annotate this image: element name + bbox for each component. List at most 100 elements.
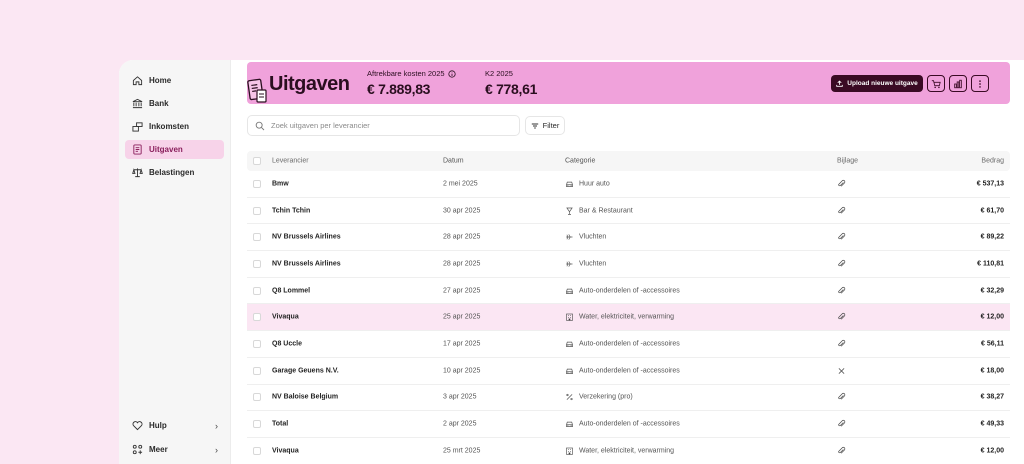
date-cell: 30 apr 2025 bbox=[443, 207, 481, 215]
cart-button[interactable] bbox=[927, 75, 945, 92]
category-label: Auto-onderdelen of -accessoires bbox=[579, 340, 680, 348]
row-checkbox[interactable] bbox=[253, 286, 261, 295]
more-options-button[interactable] bbox=[971, 75, 989, 92]
table-row[interactable]: NV Baloise Belgium 3 apr 2025 Verzekering … bbox=[247, 385, 1010, 412]
row-checkbox[interactable] bbox=[253, 366, 261, 375]
row-checkbox[interactable] bbox=[253, 206, 261, 215]
date-cell: 25 mrt 2025 bbox=[443, 447, 481, 455]
attachment-cell[interactable] bbox=[837, 179, 846, 188]
car-icon bbox=[566, 368, 573, 374]
upload-expense-button[interactable]: Upload nieuwe uitgave bbox=[831, 75, 923, 92]
row-checkbox[interactable] bbox=[253, 259, 261, 268]
column-header-amount[interactable]: Bedrag bbox=[981, 158, 1004, 165]
stat-label: K2 2025 bbox=[485, 69, 513, 78]
select-all-checkbox[interactable] bbox=[253, 157, 261, 165]
building-icon bbox=[566, 313, 573, 321]
category-label: Vluchten bbox=[579, 260, 607, 268]
row-checkbox[interactable] bbox=[253, 179, 261, 188]
row-checkbox[interactable] bbox=[253, 420, 261, 429]
category-label: Verzekering (pro) bbox=[579, 393, 633, 401]
chevron-right-icon: › bbox=[215, 444, 218, 455]
table-row[interactable]: NV Brussels Airlines 28 apr 2025 Vluchten €… bbox=[247, 224, 1010, 252]
car-icon bbox=[566, 288, 573, 294]
paperclip-icon[interactable] bbox=[837, 259, 846, 268]
supplier-cell: Vivaqua bbox=[272, 447, 299, 455]
paperclip-icon[interactable] bbox=[837, 339, 846, 348]
paperclip-icon[interactable] bbox=[837, 206, 846, 215]
sidebar-item-label: Belastingen bbox=[149, 168, 195, 177]
table-row[interactable]: Total 2 apr 2025 Auto-onderdelen of -acces… bbox=[247, 411, 1010, 438]
paperclip-icon[interactable] bbox=[837, 179, 846, 188]
attachment-cell[interactable] bbox=[837, 339, 846, 348]
category-cell: Water, elektriciteit, verwarming bbox=[565, 446, 674, 455]
amount-cell: € 110,81 bbox=[977, 260, 1004, 268]
sidebar-item-meer[interactable]: Meer › bbox=[125, 440, 224, 459]
table-body: Bmw 2 mei 2025 Huur auto € 537,13 Tchin Tchi… bbox=[247, 171, 1010, 464]
category-label: Bar & Restaurant bbox=[579, 207, 633, 215]
table-row[interactable]: Q8 Uccle 17 apr 2025 Auto-onderdelen of -a… bbox=[247, 331, 1010, 358]
attachment-cell[interactable] bbox=[837, 446, 846, 455]
close-icon[interactable] bbox=[837, 366, 846, 375]
attachment-cell[interactable] bbox=[837, 233, 846, 242]
attachment-cell[interactable] bbox=[837, 259, 846, 268]
row-checkbox[interactable] bbox=[253, 313, 261, 322]
search-field[interactable] bbox=[247, 115, 520, 136]
paperclip-icon[interactable] bbox=[837, 420, 846, 429]
stat-deductible-costs: Aftrekbare kosten 2025 € 7.889,83 bbox=[367, 69, 456, 97]
table-row[interactable]: Tchin Tchin 30 apr 2025 Bar & Restaurant € … bbox=[247, 198, 1010, 225]
date-cell: 25 apr 2025 bbox=[443, 313, 481, 321]
attachment-cell[interactable] bbox=[837, 206, 846, 215]
paperclip-icon[interactable] bbox=[837, 446, 846, 455]
paperclip-icon[interactable] bbox=[837, 286, 846, 295]
date-cell: 2 mei 2025 bbox=[443, 180, 478, 188]
filter-icon bbox=[531, 123, 538, 128]
paperclip-icon[interactable] bbox=[837, 313, 846, 322]
chevron-right-icon: › bbox=[215, 420, 218, 431]
table-row[interactable]: Vivaqua 25 apr 2025 Water, elektriciteit, … bbox=[247, 304, 1010, 332]
sidebar-item-home[interactable]: Home bbox=[125, 71, 224, 90]
column-header-attachment[interactable]: Bijlage bbox=[837, 158, 858, 165]
paperclip-icon[interactable] bbox=[837, 233, 846, 242]
paperclip-icon[interactable] bbox=[837, 393, 846, 402]
upload-label: Upload nieuwe uitgave bbox=[847, 80, 918, 87]
table-row[interactable]: Garage Geuens N.V. 10 apr 2025 Auto-onderd… bbox=[247, 358, 1010, 385]
attachment-cell[interactable] bbox=[837, 366, 846, 375]
search-input[interactable] bbox=[271, 121, 511, 130]
main-content: Uitgaven Aftrekbare kosten 2025 € 7.889,… bbox=[231, 60, 1024, 464]
plane-icon bbox=[566, 261, 573, 267]
table-row[interactable]: NV Brussels Airlines 28 apr 2025 Vluchten €… bbox=[247, 251, 1010, 278]
sidebar-item-inkomsten[interactable]: Inkomsten bbox=[125, 117, 224, 136]
table-row[interactable]: Bmw 2 mei 2025 Huur auto € 537,13 bbox=[247, 171, 1010, 198]
attachment-cell[interactable] bbox=[837, 313, 846, 322]
column-header-date[interactable]: Datum bbox=[443, 158, 464, 165]
sidebar-item-hulp[interactable]: Hulp › bbox=[125, 416, 224, 435]
stat-value: € 778,61 bbox=[485, 81, 538, 97]
sidebar-item-uitgaven[interactable]: Uitgaven bbox=[125, 140, 224, 159]
attachment-cell[interactable] bbox=[837, 286, 846, 295]
sidebar-item-bank[interactable]: Bank bbox=[125, 94, 224, 113]
supplier-cell: NV Brussels Airlines bbox=[272, 260, 341, 268]
date-cell: 10 apr 2025 bbox=[443, 367, 481, 375]
sidebar-item-belastingen[interactable]: Belastingen bbox=[125, 163, 224, 182]
sidebar-item-label: Inkomsten bbox=[149, 122, 190, 131]
table-row[interactable]: Q8 Lommel 27 apr 2025 Auto-onderdelen of -… bbox=[247, 278, 1010, 305]
filter-button[interactable]: Filter bbox=[525, 116, 565, 135]
kebab-menu-icon bbox=[979, 79, 981, 88]
supplier-cell: Total bbox=[272, 420, 289, 428]
row-checkbox[interactable] bbox=[253, 393, 261, 402]
row-checkbox[interactable] bbox=[253, 233, 261, 242]
attachment-cell[interactable] bbox=[837, 420, 846, 429]
info-icon[interactable] bbox=[447, 69, 456, 78]
attachment-cell[interactable] bbox=[837, 393, 846, 402]
chart-button[interactable] bbox=[949, 75, 967, 92]
table-row[interactable]: Vivaqua 25 mrt 2025 Water, elektriciteit, … bbox=[247, 438, 1010, 464]
supplier-cell: Q8 Uccle bbox=[272, 340, 302, 348]
filter-label: Filter bbox=[542, 121, 560, 130]
column-header-category[interactable]: Categorie bbox=[565, 158, 595, 165]
column-header-supplier[interactable]: Leverancier bbox=[272, 158, 309, 165]
row-checkbox[interactable] bbox=[253, 446, 261, 455]
date-cell: 27 apr 2025 bbox=[443, 287, 481, 295]
upload-icon bbox=[836, 80, 844, 87]
row-checkbox[interactable] bbox=[253, 339, 261, 348]
expenses-icon bbox=[133, 144, 142, 155]
